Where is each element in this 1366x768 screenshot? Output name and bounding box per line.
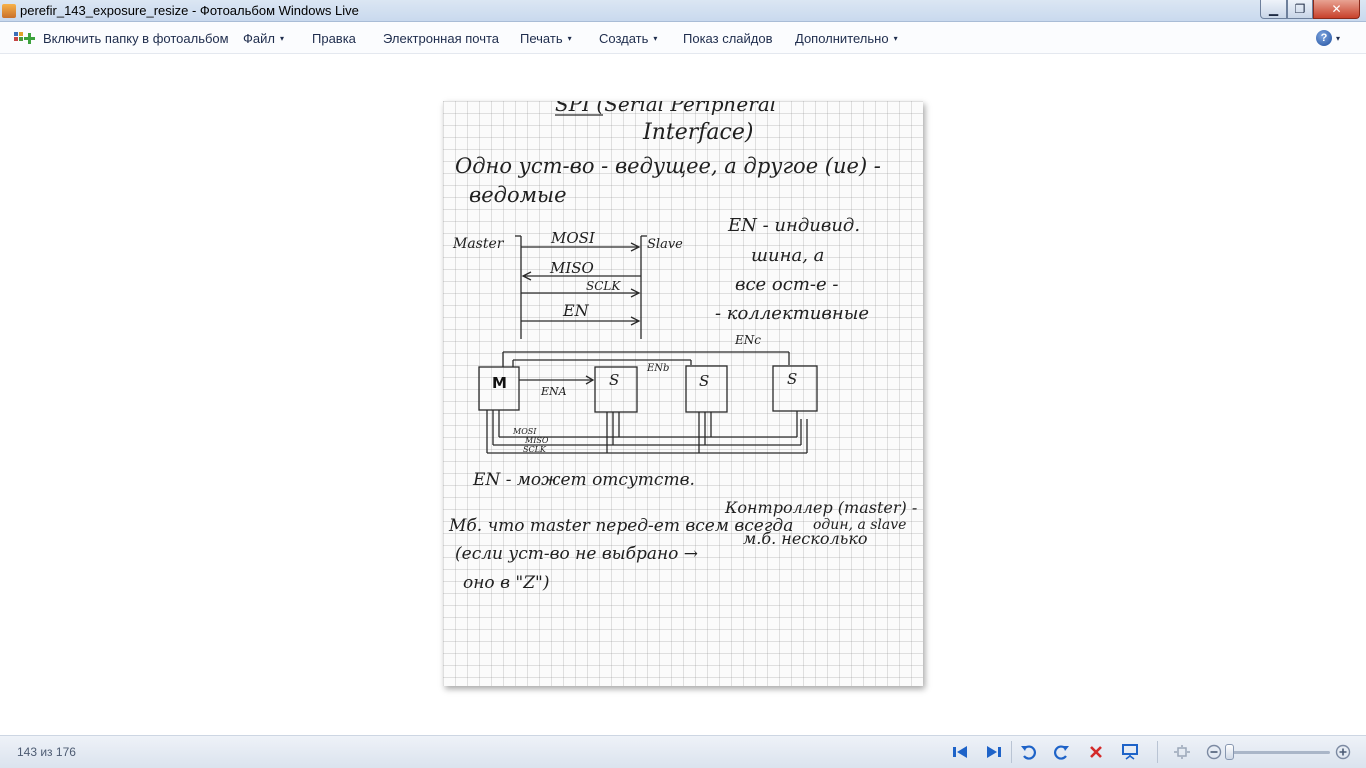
close-button[interactable]: ✕ bbox=[1313, 0, 1360, 19]
note-title-a: SPI (Serial Peripheral bbox=[555, 101, 776, 116]
title-bar: perefir_143_exposure_resize - Фотоальбом… bbox=[0, 0, 1366, 22]
create-menu[interactable]: Создать ▾ bbox=[599, 31, 657, 46]
note-controller1: Контроллер (master) - bbox=[724, 498, 917, 517]
label-sclk: SCLK bbox=[586, 279, 621, 293]
label-en-b: ENb bbox=[646, 363, 669, 374]
label-slave: Slave bbox=[647, 237, 683, 252]
status-bar: 143 из 176 bbox=[0, 735, 1366, 768]
include-folder-label: Включить папку в фотоальбом bbox=[43, 31, 229, 46]
delete-button[interactable] bbox=[1086, 743, 1106, 761]
fit-button[interactable] bbox=[1172, 743, 1192, 761]
file-menu-label: Файл bbox=[243, 31, 275, 46]
label-miso-bus: MISO bbox=[524, 436, 549, 445]
label-en-c: ENc bbox=[734, 333, 761, 347]
chevron-down-icon: ▾ bbox=[1336, 33, 1341, 43]
note-bottom3: оно в "Z") bbox=[463, 573, 549, 593]
email-menu-label: Электронная почта bbox=[383, 31, 500, 46]
divider bbox=[1011, 741, 1012, 763]
photo-gallery-app-icon bbox=[2, 4, 16, 18]
edit-menu-label: Правка bbox=[312, 31, 356, 46]
chevron-down-icon: ▾ bbox=[653, 34, 658, 43]
previous-icon bbox=[953, 746, 967, 758]
print-menu[interactable]: Печать ▾ bbox=[520, 31, 572, 46]
slave-box-2-label: S bbox=[699, 372, 709, 390]
previous-button[interactable] bbox=[950, 743, 970, 761]
zoom-slider-track[interactable] bbox=[1228, 751, 1330, 754]
slave-box-1-label: S bbox=[609, 371, 619, 389]
label-miso: MISO bbox=[549, 259, 594, 277]
slideshow-icon bbox=[1122, 744, 1138, 760]
label-sclk-bus: SCLK bbox=[523, 445, 547, 454]
delete-icon bbox=[1090, 746, 1102, 758]
file-menu[interactable]: Файл ▾ bbox=[243, 31, 284, 46]
rotate-right-icon bbox=[1054, 745, 1069, 760]
minimize-button[interactable]: ▁ bbox=[1260, 0, 1287, 19]
note-en1: EN - индивид. bbox=[727, 215, 860, 236]
note-line1: Одно уст-во - ведущее, а другое (ие) - bbox=[455, 154, 881, 178]
maximize-button[interactable]: ❐ bbox=[1287, 0, 1313, 19]
chevron-down-icon: ▾ bbox=[279, 34, 284, 43]
help-button[interactable]: ? ▾ bbox=[1316, 29, 1348, 47]
photo-image: SPI (Serial Peripheral Interface) Одно у… bbox=[443, 101, 923, 686]
rotate-left-button[interactable] bbox=[1018, 743, 1038, 761]
photo-counter: 143 из 176 bbox=[17, 745, 76, 759]
photo-viewer: SPI (Serial Peripheral Interface) Одно у… bbox=[0, 55, 1366, 735]
note-line2: ведомые bbox=[469, 183, 567, 207]
note-title-b: Interface) bbox=[642, 120, 753, 145]
zoom-out-button[interactable] bbox=[1204, 743, 1224, 761]
print-menu-label: Печать bbox=[520, 31, 563, 46]
zoom-in-icon bbox=[1335, 744, 1351, 760]
label-mosi-bus: MOSI bbox=[512, 427, 537, 436]
note-absent: EN - может отсутств. bbox=[472, 470, 695, 490]
next-icon bbox=[987, 746, 1001, 758]
folder-add-icon[interactable] bbox=[13, 30, 37, 46]
note-en4: - коллективные bbox=[715, 303, 869, 324]
zoom-out-icon bbox=[1206, 744, 1222, 760]
note-en2: шина, а bbox=[751, 245, 824, 266]
note-en3: все ост-е - bbox=[735, 274, 838, 295]
more-menu-label: Дополнительно bbox=[795, 31, 889, 46]
chevron-down-icon: ▾ bbox=[893, 34, 898, 43]
note-bottom1: Мб. что master перед-ет всем всегда bbox=[448, 516, 793, 536]
create-menu-label: Создать bbox=[599, 31, 649, 46]
help-icon: ? bbox=[1316, 30, 1332, 46]
slideshow-menu-label: Показ слайдов bbox=[683, 31, 773, 46]
slideshow-button[interactable] bbox=[1120, 743, 1140, 761]
window-title: perefir_143_exposure_resize - Фотоальбом… bbox=[20, 3, 359, 18]
master-box-label: M bbox=[492, 374, 507, 392]
edit-menu[interactable]: Правка bbox=[312, 31, 356, 46]
label-mosi: MOSI bbox=[550, 229, 596, 247]
email-menu[interactable]: Электронная почта bbox=[383, 31, 499, 46]
next-button[interactable] bbox=[984, 743, 1004, 761]
divider bbox=[1157, 741, 1158, 763]
zoom-slider-thumb[interactable] bbox=[1225, 744, 1234, 760]
label-master: Master bbox=[452, 236, 505, 252]
zoom-in-button[interactable] bbox=[1333, 743, 1353, 761]
include-folder-menu[interactable]: Включить папку в фотоальбом bbox=[43, 31, 229, 46]
command-bar: Включить папку в фотоальбом Файл ▾ Правка… bbox=[0, 22, 1366, 54]
label-en: EN bbox=[562, 301, 590, 320]
slave-box-3-label: S bbox=[787, 370, 797, 388]
rotate-left-icon bbox=[1021, 745, 1036, 760]
label-en-a: ENA bbox=[540, 385, 567, 398]
note-bottom2: (если уст-во не выбрано → bbox=[455, 544, 698, 564]
handwritten-notes: SPI (Serial Peripheral Interface) Одно у… bbox=[448, 101, 917, 593]
chevron-down-icon: ▾ bbox=[567, 34, 572, 43]
fit-icon bbox=[1174, 745, 1190, 759]
more-menu[interactable]: Дополнительно ▾ bbox=[795, 31, 898, 46]
rotate-right-button[interactable] bbox=[1052, 743, 1072, 761]
slideshow-menu[interactable]: Показ слайдов bbox=[683, 31, 773, 46]
